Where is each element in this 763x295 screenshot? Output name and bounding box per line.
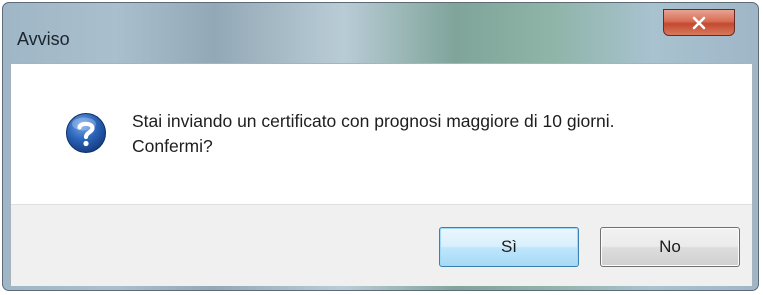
dialog-content: Stai inviando un certificato con prognos… <box>10 63 753 286</box>
message-area: Stai inviando un certificato con prognos… <box>11 64 752 204</box>
no-button[interactable]: No <box>600 227 740 267</box>
dialog-window: Avviso Stai inviando un certificato con … <box>2 2 759 291</box>
button-bar: Sì No <box>11 204 752 286</box>
yes-button[interactable]: Sì <box>439 227 579 267</box>
question-icon <box>65 112 107 154</box>
message-text: Stai inviando un certificato con prognos… <box>132 109 615 159</box>
title-bar[interactable]: Avviso <box>3 3 758 61</box>
dialog-title: Avviso <box>17 29 70 49</box>
close-button[interactable] <box>663 9 735 36</box>
message-line-1: Stai inviando un certificato con prognos… <box>132 111 615 131</box>
message-line-2: Confermi? <box>132 136 213 156</box>
close-icon <box>691 16 707 30</box>
